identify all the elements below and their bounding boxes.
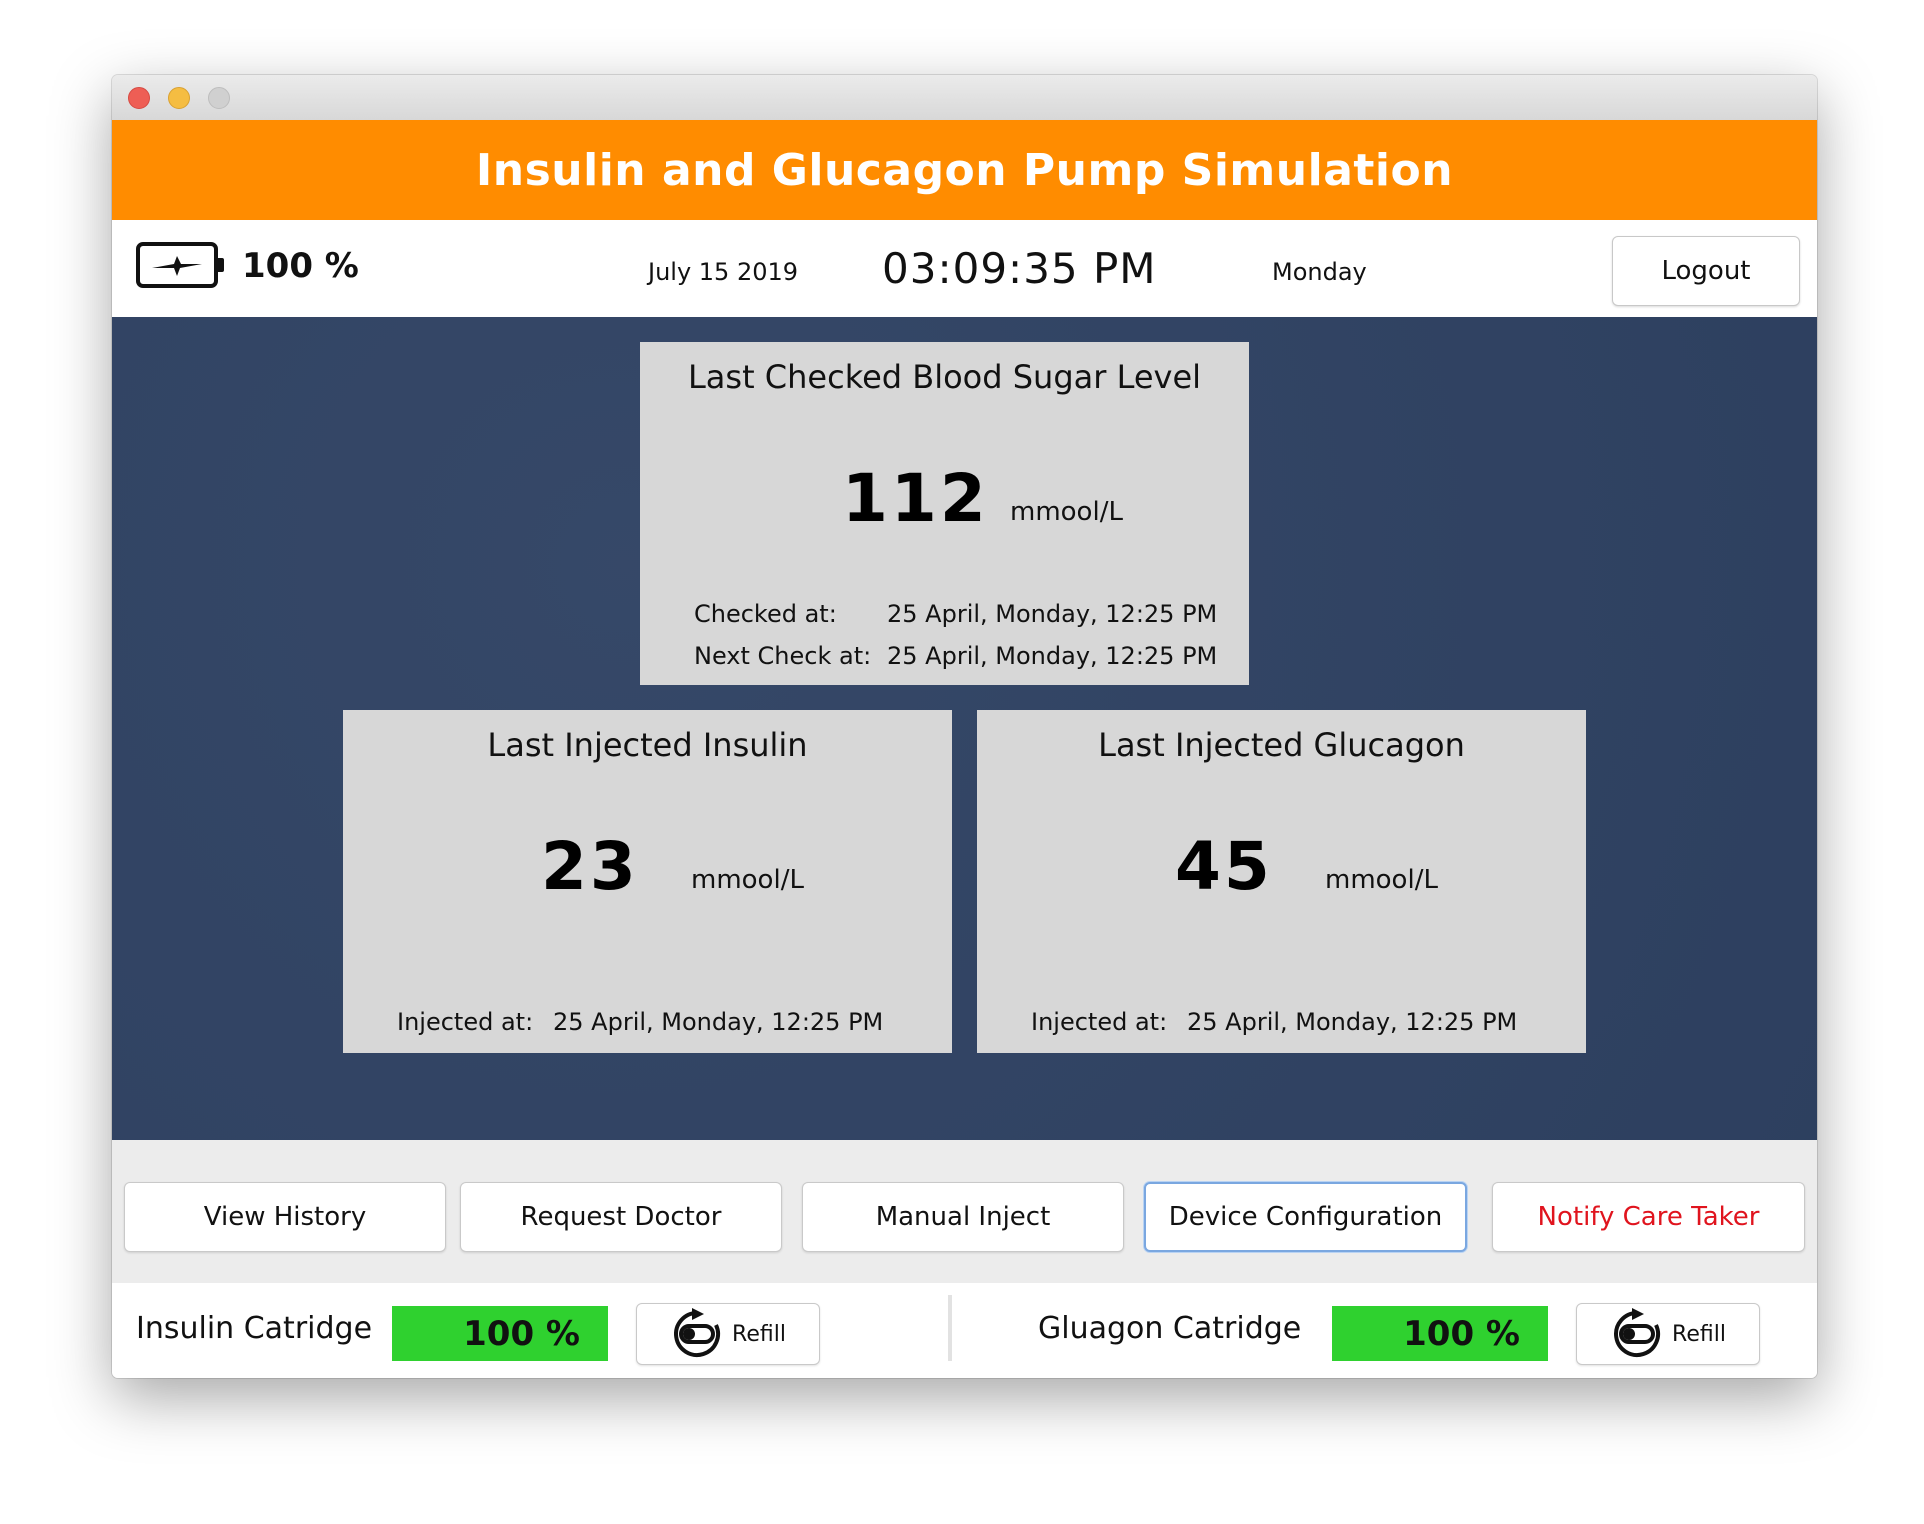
- blood-sugar-title: Last Checked Blood Sugar Level: [687, 358, 1202, 396]
- battery-charging-icon: [136, 242, 224, 288]
- checked-at-value: 25 April, Monday, 12:25 PM: [887, 600, 1218, 628]
- refill-icon: [674, 1308, 720, 1357]
- blood-sugar-unit: mmool/L: [1010, 497, 1123, 527]
- maximize-window-button[interactable]: [208, 87, 230, 109]
- glucagon-unit: mmool/L: [1325, 865, 1438, 895]
- current-date: July 15 2019: [648, 258, 799, 286]
- lightning-icon: [152, 256, 202, 276]
- view-history-button[interactable]: View History: [124, 1182, 446, 1252]
- window-titlebar: [112, 75, 1817, 121]
- insulin-card: Last Injected Insulin 23 mmool/L Injecte…: [343, 710, 952, 1053]
- glucagon-value: 45: [1175, 828, 1273, 905]
- app-window: Insulin and Glucagon Pump Simulation 100…: [112, 75, 1817, 1378]
- logout-button[interactable]: Logout: [1612, 236, 1800, 306]
- insulin-refill-button[interactable]: Refill: [636, 1303, 820, 1365]
- insulin-title: Last Injected Insulin: [487, 726, 808, 764]
- device-configuration-button[interactable]: Device Configuration: [1144, 1182, 1467, 1252]
- manual-inject-button[interactable]: Manual Inject: [802, 1182, 1124, 1252]
- insulin-unit: mmool/L: [691, 865, 804, 895]
- blood-sugar-card: Last Checked Blood Sugar Level 112 mmool…: [640, 342, 1249, 685]
- current-day: Monday: [1272, 258, 1367, 286]
- insulin-value: 23: [541, 828, 639, 905]
- insulin-cartridge-level: 100 %: [392, 1306, 608, 1361]
- glucagon-card: Last Injected Glucagon 45 mmool/L Inject…: [977, 710, 1586, 1053]
- glucagon-refill-label: Refill: [1672, 1321, 1726, 1347]
- insulin-injected-label: Injected at:: [397, 1008, 534, 1036]
- minimize-window-button[interactable]: [168, 87, 190, 109]
- checked-at-label: Checked at:: [694, 600, 837, 628]
- close-window-button[interactable]: [128, 87, 150, 109]
- app-header: Insulin and Glucagon Pump Simulation: [112, 120, 1817, 220]
- readings-panel: Last Checked Blood Sugar Level 112 mmool…: [112, 317, 1817, 1140]
- battery-percent: 100 %: [242, 246, 359, 286]
- refill-icon: [1614, 1308, 1660, 1357]
- app-title: Insulin and Glucagon Pump Simulation: [475, 144, 1454, 196]
- next-check-value: 25 April, Monday, 12:25 PM: [887, 642, 1218, 670]
- blood-sugar-value: 112: [842, 460, 989, 537]
- glucagon-refill-button[interactable]: Refill: [1576, 1303, 1760, 1365]
- insulin-injected-value: 25 April, Monday, 12:25 PM: [553, 1008, 884, 1036]
- glucagon-title: Last Injected Glucagon: [1098, 726, 1465, 764]
- next-check-label: Next Check at:: [694, 642, 872, 670]
- cartridge-bar: Insulin Catridge 100 % Refill Gluagon Ca…: [112, 1283, 1817, 1378]
- cartridge-divider: [948, 1295, 952, 1361]
- action-button-row: View History Request Doctor Manual Injec…: [112, 1140, 1817, 1283]
- insulin-cartridge-label: Insulin Catridge: [136, 1311, 373, 1346]
- current-time: 03:09:35 PM: [882, 244, 1157, 293]
- request-doctor-button[interactable]: Request Doctor: [460, 1182, 782, 1252]
- insulin-refill-label: Refill: [732, 1321, 786, 1347]
- glucagon-injected-value: 25 April, Monday, 12:25 PM: [1187, 1008, 1518, 1036]
- glucagon-cartridge-label: Gluagon Catridge: [1038, 1311, 1302, 1346]
- status-bar: 100 % July 15 2019 03:09:35 PM Monday Lo…: [112, 220, 1817, 317]
- glucagon-injected-label: Injected at:: [1031, 1008, 1168, 1036]
- notify-care-taker-button[interactable]: Notify Care Taker: [1492, 1182, 1805, 1252]
- glucagon-cartridge-level: 100 %: [1332, 1306, 1548, 1361]
